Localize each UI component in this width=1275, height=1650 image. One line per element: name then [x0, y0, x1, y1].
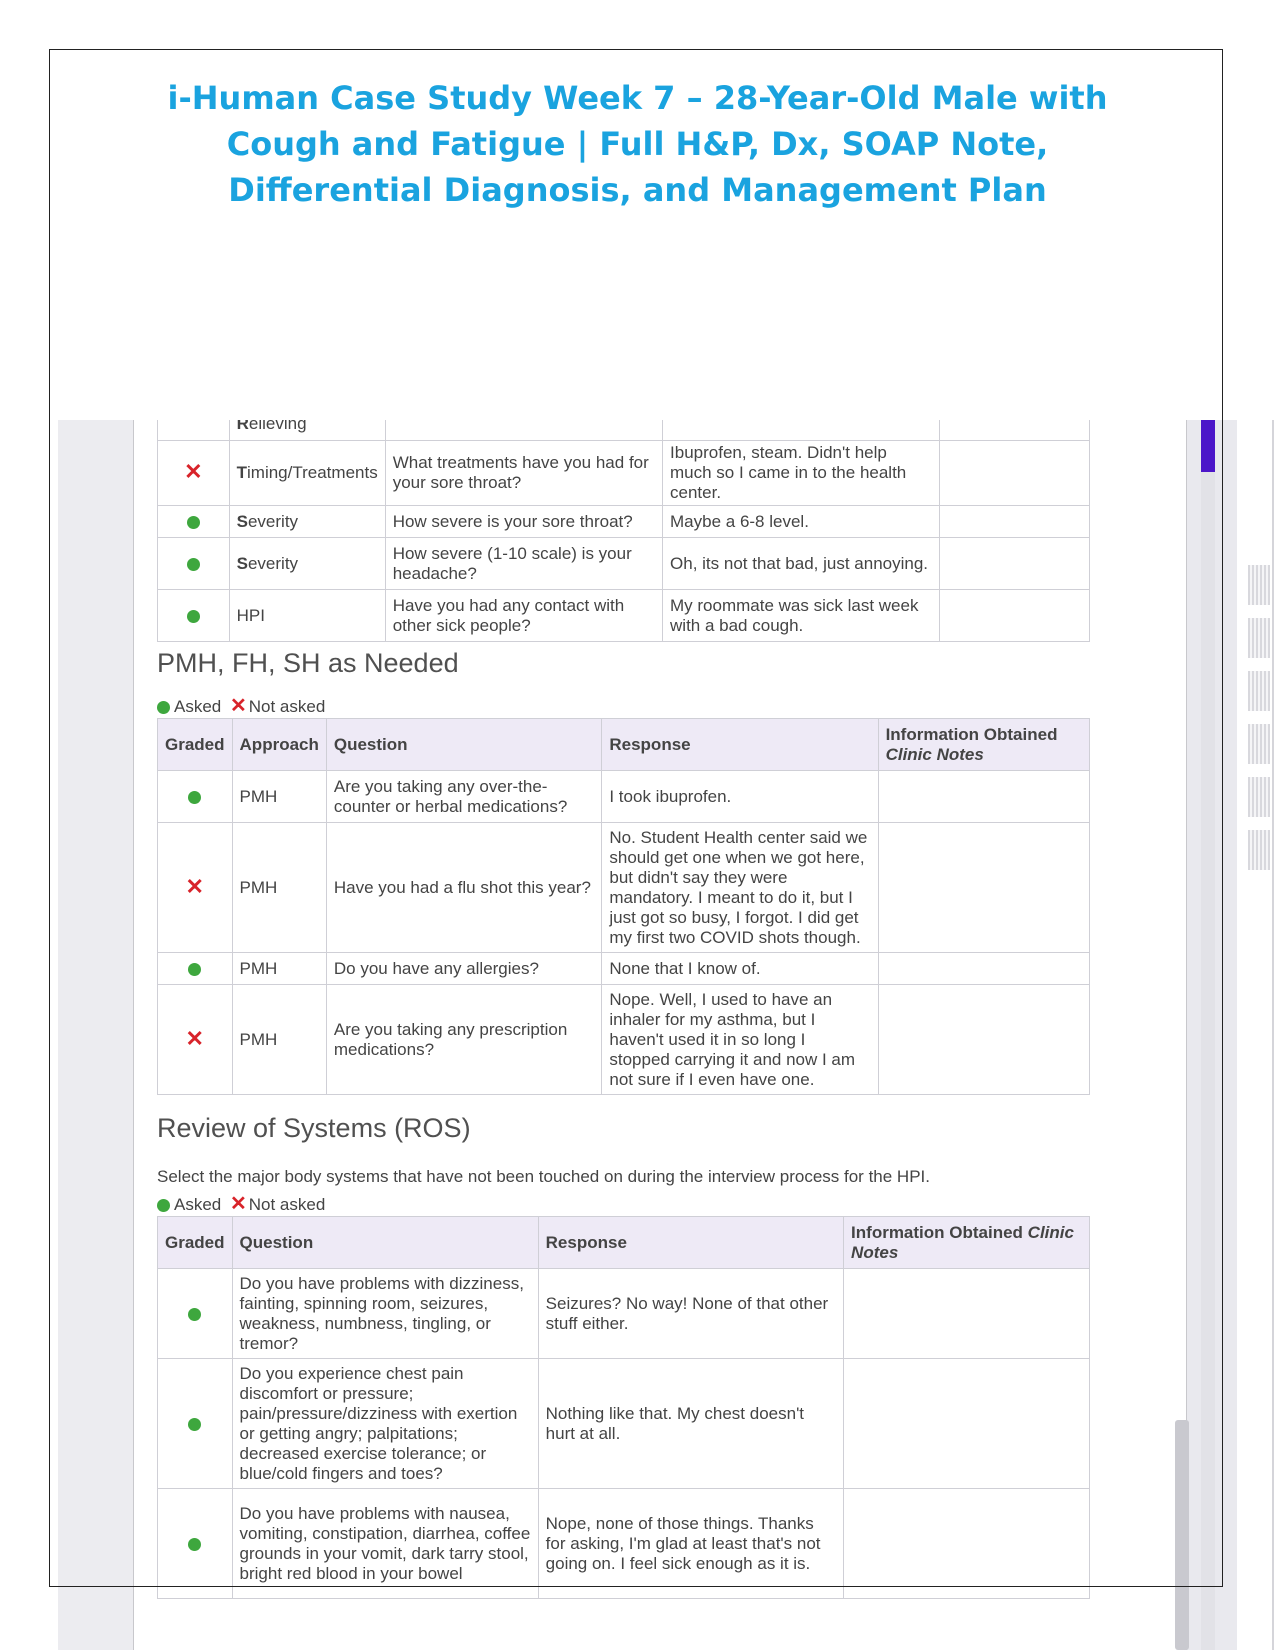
- document-frame: [49, 49, 1223, 1587]
- window-edge: [1272, 420, 1274, 1650]
- minimap-ticks: [1248, 565, 1270, 883]
